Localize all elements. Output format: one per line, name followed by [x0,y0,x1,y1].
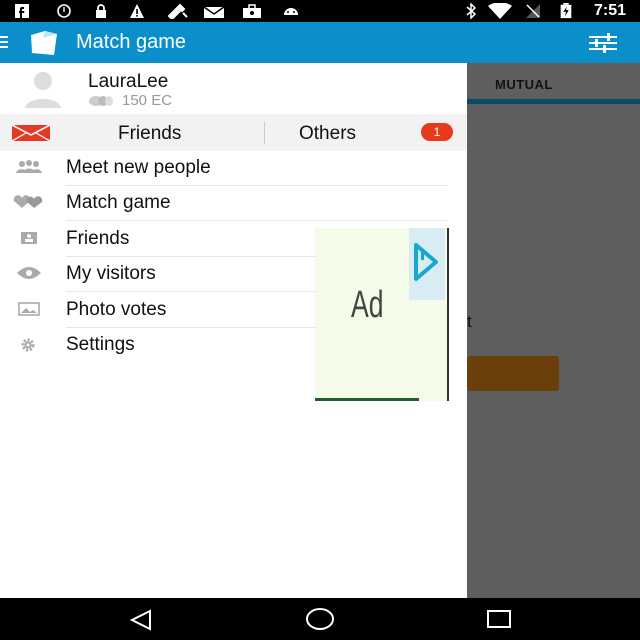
warning-icon [130,4,144,18]
ad-banner[interactable]: Ad [315,228,449,401]
tab-friends[interactable]: Friends [118,123,181,145]
battery-charging-icon [560,3,572,19]
others-count-badge: 1 [421,123,453,141]
avatar [25,72,61,108]
credits-balance: 150 EC [88,92,172,109]
hearts-icon [13,195,43,208]
action-button[interactable] [467,356,559,391]
menu-label: Match game [66,192,171,213]
eye-icon [17,267,41,279]
bluetooth-icon [466,3,477,19]
tab-bar: MUTUAL [467,63,640,104]
menu-label: Meet new people [66,157,211,178]
tab-others[interactable]: Others [299,123,356,145]
envelope-icon[interactable] [12,125,50,141]
profile-name: LauraLee [88,71,169,92]
satellite-icon [167,3,188,19]
clock: 7:51 [593,2,626,19]
recents-icon[interactable] [486,609,512,629]
gear-icon [21,338,35,352]
ad-label: Ad [351,284,384,326]
photo-icon [18,302,40,316]
profile-header[interactable]: LauraLee 150 EC [0,63,467,113]
menu-label: Settings [66,334,135,355]
tab-mutual[interactable]: MUTUAL [495,77,553,92]
app-bar: Match game [0,22,640,63]
filter-sliders-icon[interactable] [589,33,617,53]
mail-icon [203,6,225,18]
content-text-fragment: t [467,312,472,331]
ad-choices[interactable] [409,228,445,300]
credits-value: 150 EC [122,92,173,109]
people-icon [16,160,42,173]
alarm-icon [57,4,71,18]
main-content-dimmed: MUTUAL t [467,63,640,598]
home-icon[interactable] [305,607,335,631]
system-nav-bar [0,598,640,640]
facebook-icon [15,4,29,18]
page-title: Match game [76,31,187,53]
ad-bottom-bar [315,398,419,401]
lock-icon [96,4,106,18]
menu-label: Friends [66,228,130,249]
tab-divider [264,122,265,144]
separator [66,220,447,221]
menu-item-meet-new-people[interactable]: Meet new people [0,151,467,186]
app-logo-icon [31,31,57,55]
menu-item-match-game[interactable]: Match game [0,186,467,221]
contact-card-icon [21,232,37,244]
menu-label: My visitors [66,263,156,284]
wifi-icon [488,3,512,19]
signal-icon [526,4,540,18]
coins-icon [89,96,113,107]
android-icon [284,8,298,15]
bag-icon [243,4,261,18]
ad-play-icon [414,243,438,281]
menu-label: Photo votes [66,299,167,320]
menu-icon[interactable] [0,35,10,49]
friends-others-tabs: Friends Others [0,114,467,151]
status-bar: 7:51 [0,0,640,22]
back-icon[interactable] [128,609,154,631]
